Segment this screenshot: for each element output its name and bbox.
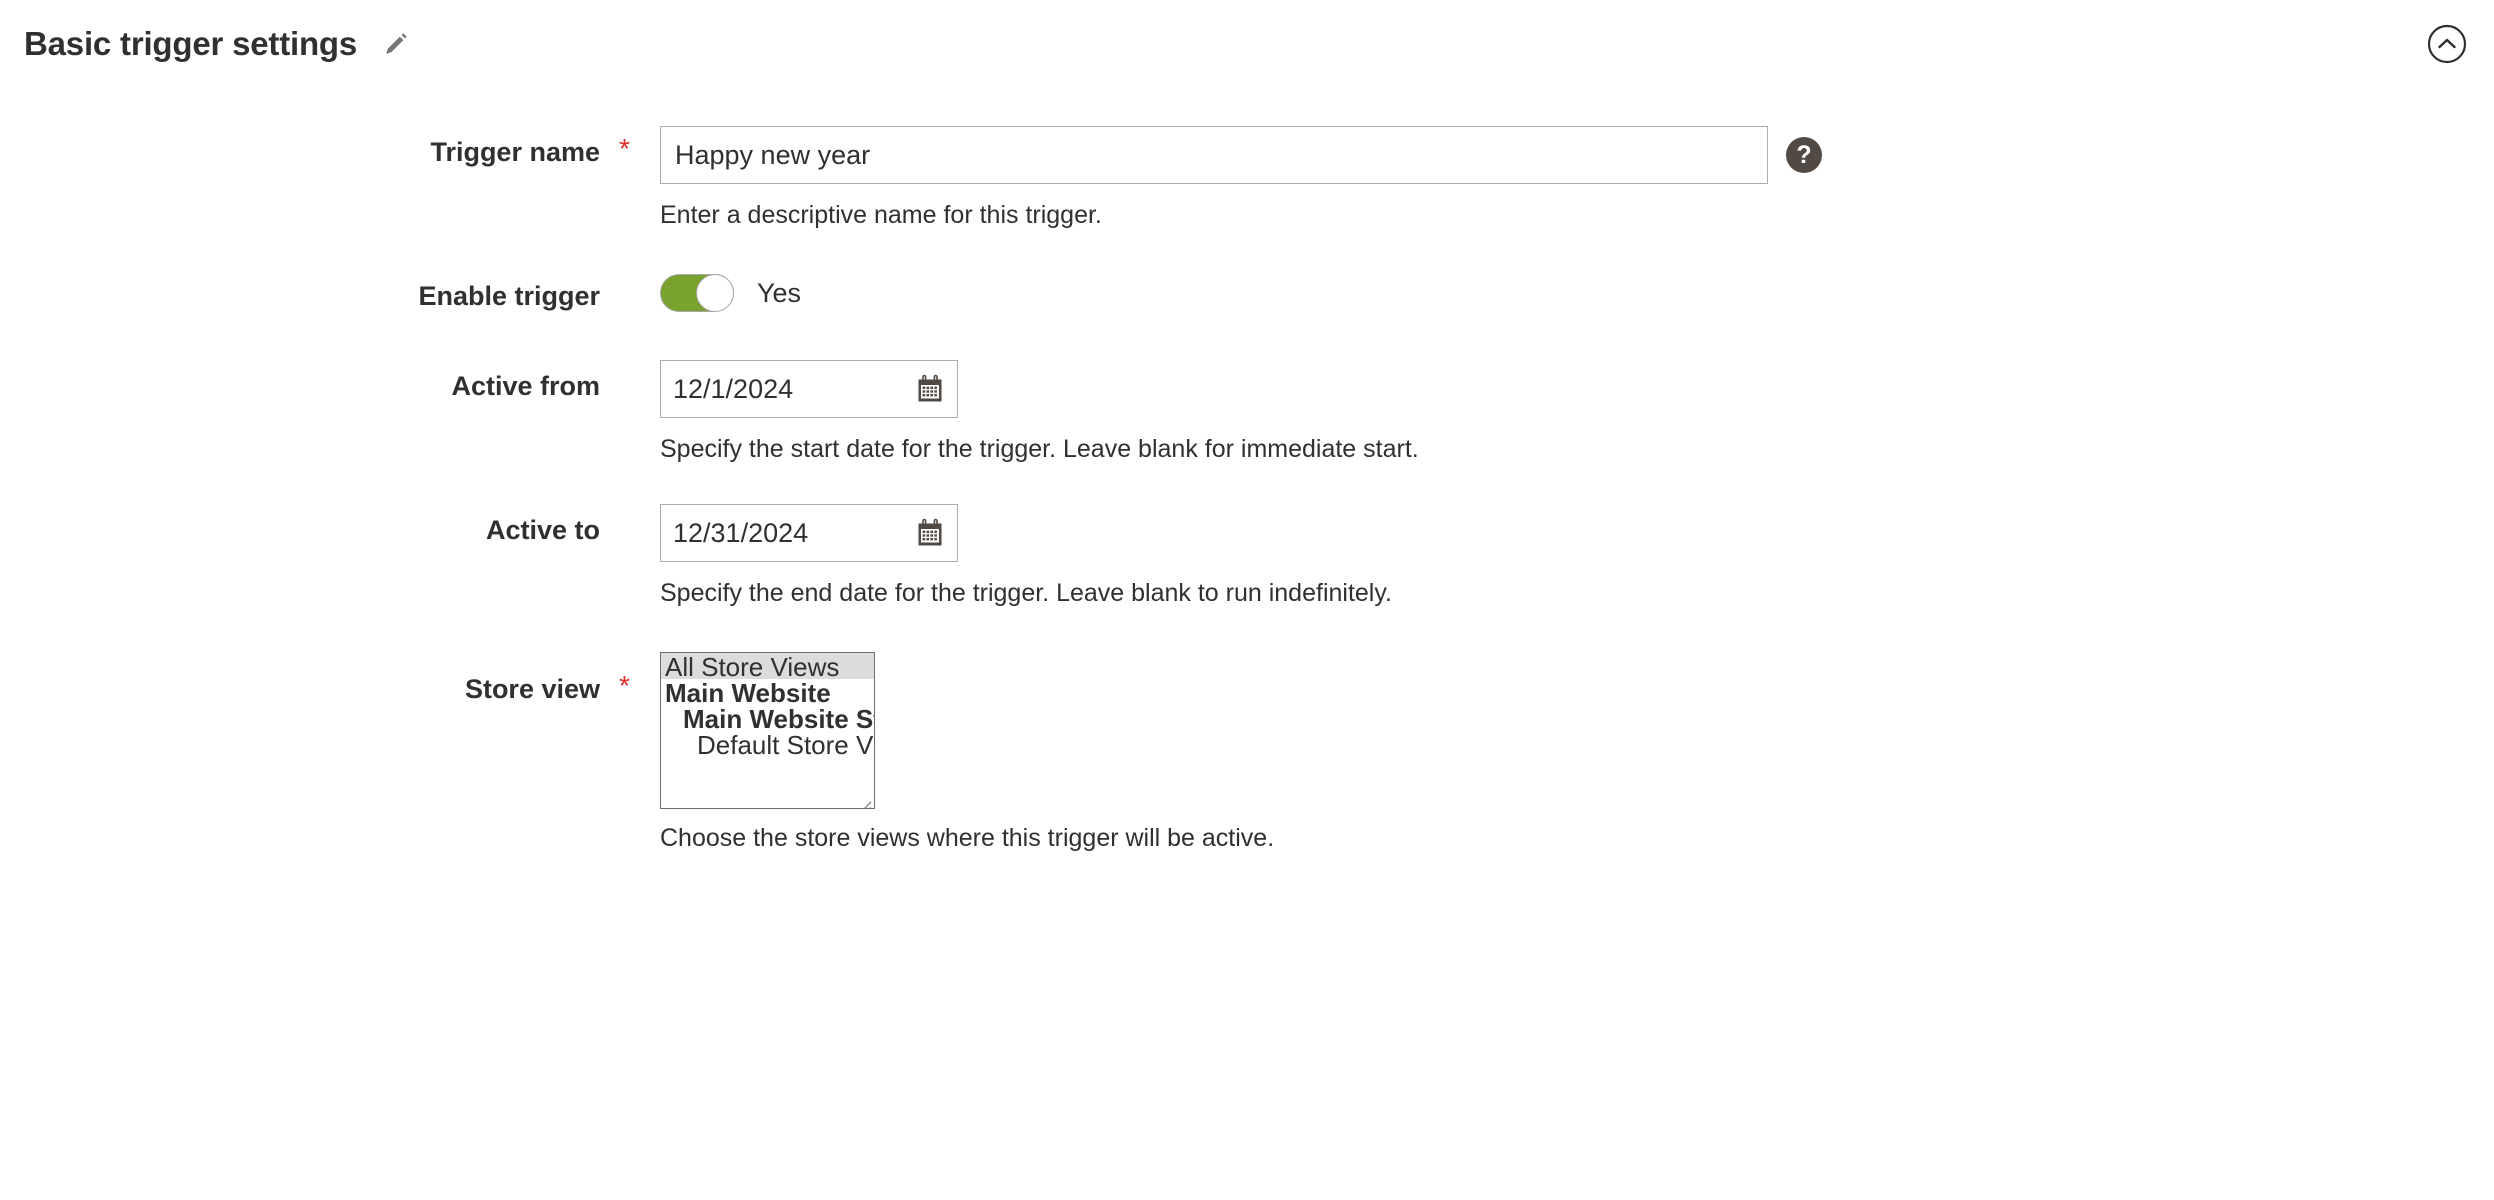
enable-trigger-toggle-state: Yes: [757, 277, 802, 308]
active-from-note: Specify the start date for the trigger. …: [660, 435, 1419, 463]
active-to-control: Specify the end date for the trigger. Le…: [660, 504, 2494, 608]
active-to-label: Active to: [485, 515, 600, 545]
store-view-option[interactable]: Default Store View: [661, 731, 874, 758]
collapse-section-button[interactable]: [2425, 22, 2469, 66]
active-to-required-spacer: [600, 504, 660, 513]
trigger-name-control: ? Enter a descriptive name for this trig…: [660, 126, 2494, 230]
active-from-control: Specify the start date for the trigger. …: [660, 360, 2494, 464]
field-row-enable-trigger: Enable trigger Yes: [0, 270, 2494, 312]
calendar-icon: [918, 518, 942, 546]
field-row-active-from: Active from 12/1/2024 Specify the start …: [0, 360, 2494, 464]
page-title: Basic trigger settings: [24, 25, 358, 62]
active-from-calendar-button[interactable]: [913, 372, 947, 406]
enable-trigger-toggle[interactable]: [660, 274, 734, 312]
store-view-option[interactable]: Main Website: [661, 679, 874, 706]
active-from-required-spacer: [600, 360, 660, 369]
store-view-required-marker: *: [619, 670, 630, 701]
active-from-input[interactable]: [661, 362, 891, 416]
chevron-up-circle-icon: [2427, 24, 2467, 64]
store-view-note: Choose the store views where this trigge…: [660, 824, 1275, 852]
section-header: Basic trigger settings: [0, 0, 2494, 88]
store-view-option[interactable]: All Store Views: [661, 653, 874, 680]
trigger-name-required-marker: *: [619, 133, 630, 164]
enable-trigger-control: Yes: [660, 270, 2494, 312]
field-row-active-to: Active to 12/31/2024 Specify the end dat…: [0, 504, 2494, 608]
active-to-input[interactable]: [661, 506, 891, 560]
active-to-note: Specify the end date for the trigger. Le…: [660, 579, 1392, 607]
trigger-name-input[interactable]: [660, 126, 1768, 184]
store-view-option-list: All Store Views Main Website Main Website …: [661, 653, 874, 758]
resize-grip-icon[interactable]: [856, 790, 872, 808]
calendar-icon: [918, 374, 942, 402]
question-mark-icon[interactable]: ?: [1786, 137, 1822, 173]
field-row-trigger-name: Trigger name * ? Enter a descriptive nam…: [0, 126, 2494, 230]
field-row-store-view: Store view * All Store Views Main Website…: [0, 652, 2494, 853]
basic-trigger-settings-form: Trigger name * ? Enter a descriptive nam…: [0, 88, 2494, 853]
store-view-control: All Store Views Main Website Main Website …: [660, 652, 2494, 853]
active-to-calendar-button[interactable]: [913, 516, 947, 550]
enable-trigger-label: Enable trigger: [418, 281, 600, 311]
trigger-name-note: Enter a descriptive name for this trigge…: [660, 201, 1102, 229]
enable-trigger-required-spacer: [600, 270, 660, 279]
store-view-multiselect[interactable]: All Store Views Main Website Main Website …: [660, 652, 875, 809]
active-from-label: Active from: [451, 371, 600, 401]
trigger-name-label: Trigger name: [430, 137, 600, 167]
store-view-label: Store view: [464, 674, 600, 704]
pencil-icon[interactable]: [381, 29, 411, 59]
toggle-knob: [696, 274, 734, 312]
store-view-option[interactable]: Main Website Store: [661, 705, 874, 732]
